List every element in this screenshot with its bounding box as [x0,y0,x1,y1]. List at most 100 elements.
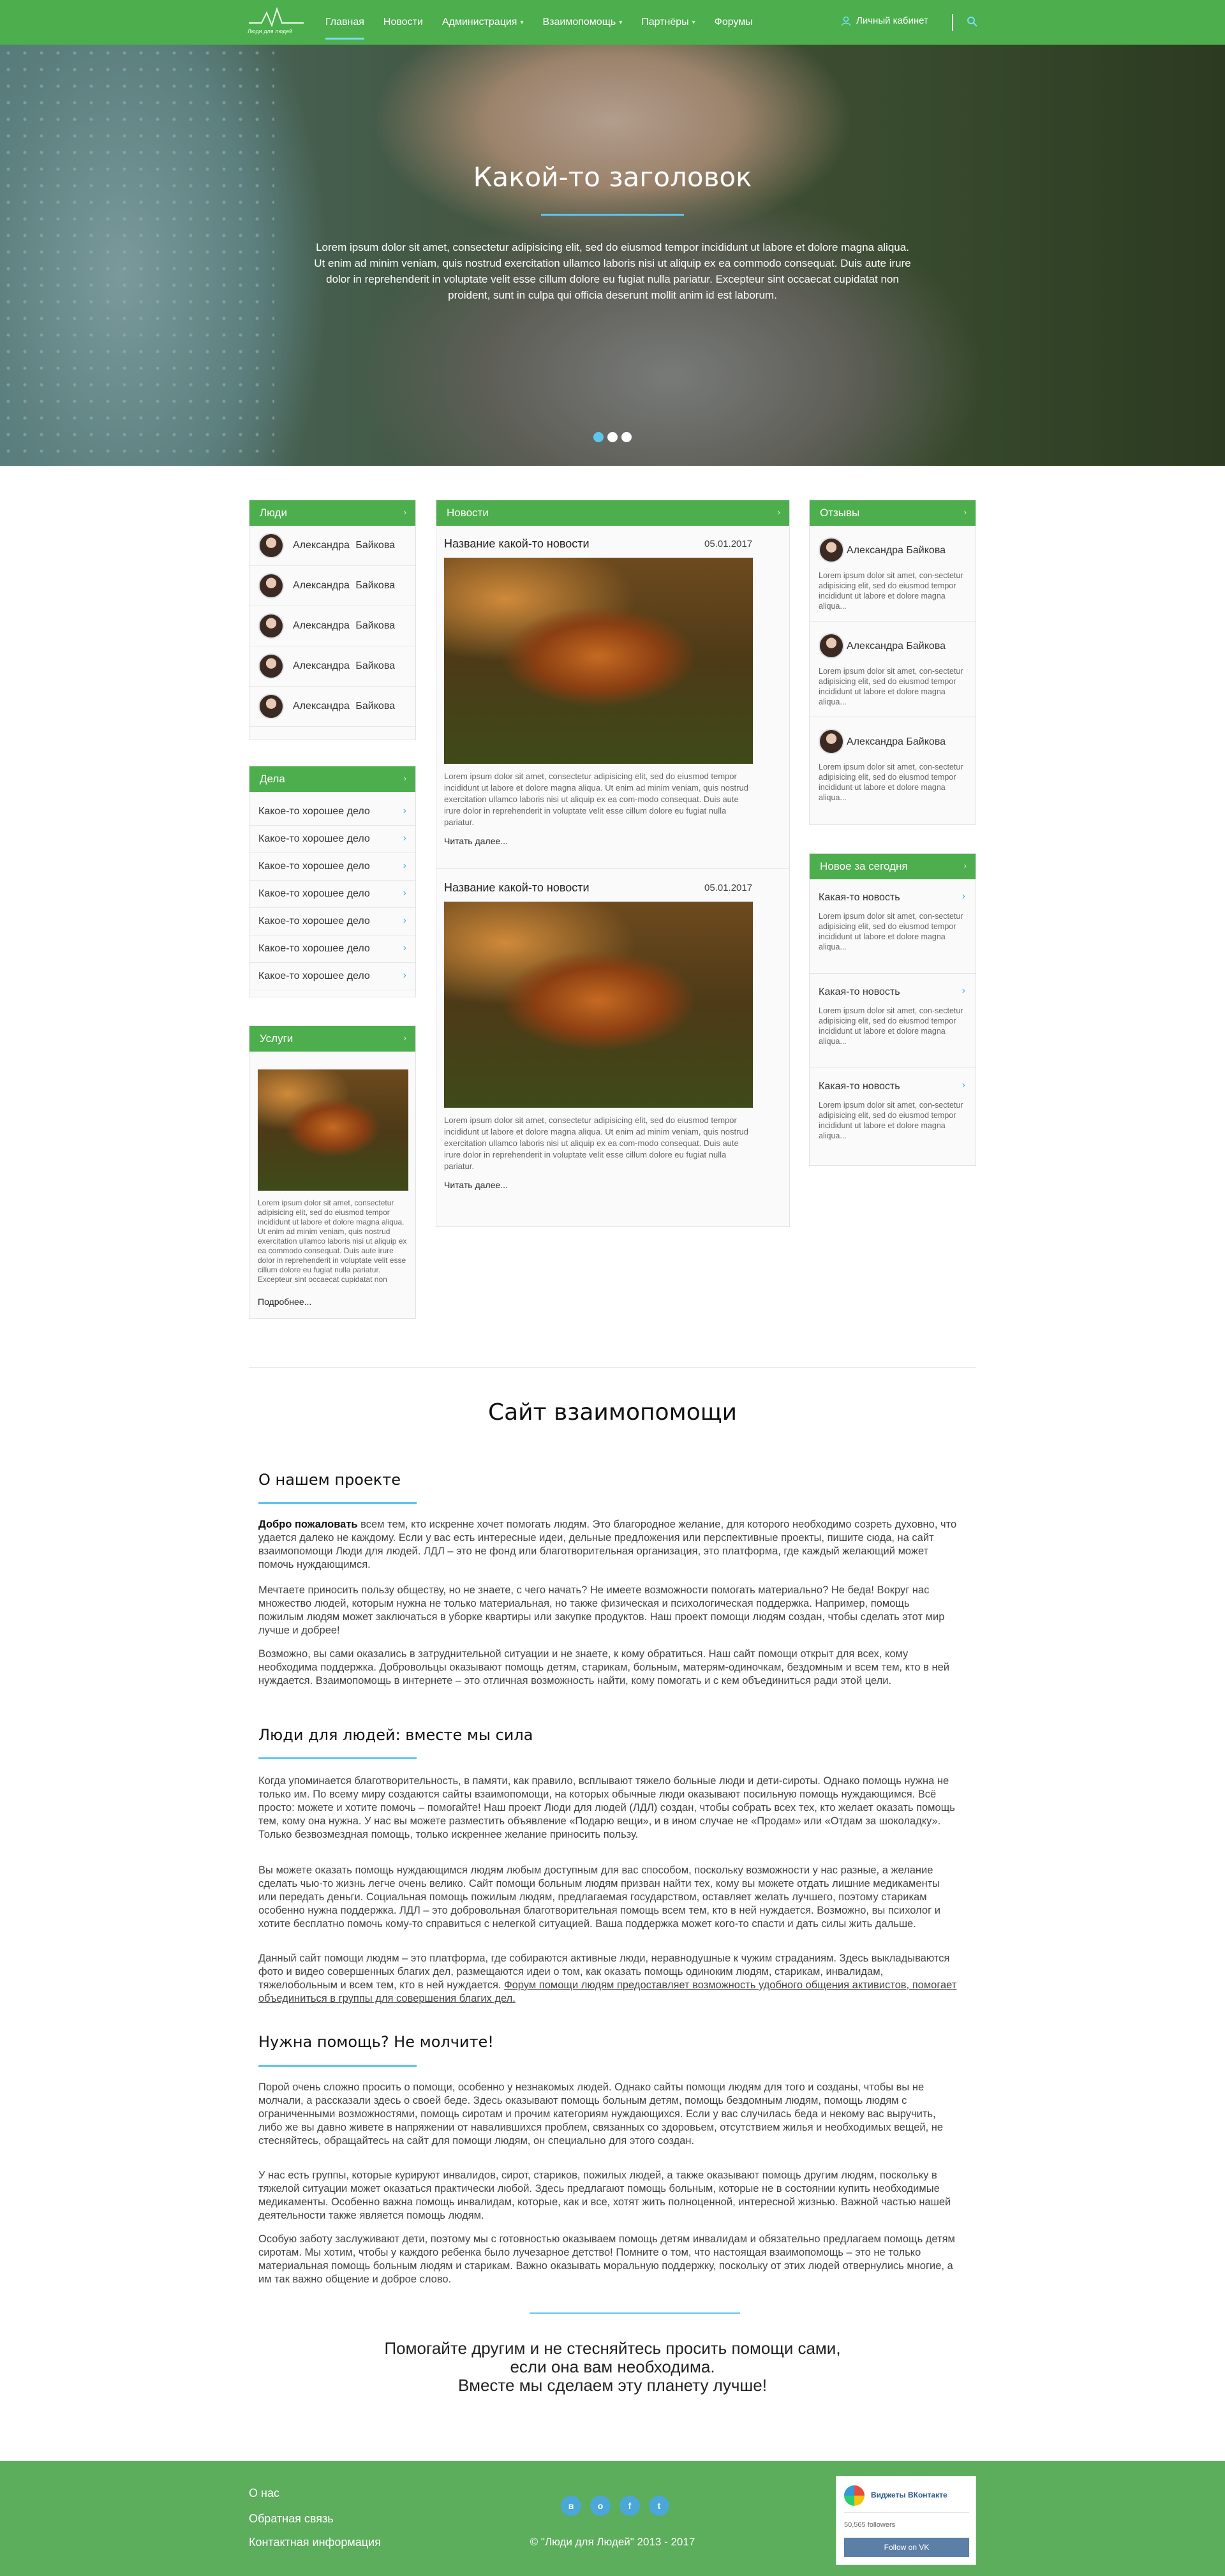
service-image[interactable] [258,1069,408,1191]
people-header: Люди › [249,500,415,526]
chevron-right-icon[interactable]: › [778,507,780,517]
vk-widget-title[interactable]: Виджеты ВКонтакте [871,2490,947,2499]
service-more-link[interactable]: Подробнее... [258,1297,311,1307]
chevron-right-icon: › [961,891,965,902]
review-item[interactable]: Александра Байкова Lorem ipsum dolor sit … [810,717,976,813]
vk-widget-divider [844,2512,969,2513]
news-item-title[interactable]: Название какой-то новости [444,881,590,895]
section-heading: О нашем проекте [258,1471,401,1489]
footer-link-feedback[interactable]: Обратная связь [249,2512,334,2526]
chevron-right-icon[interactable]: › [404,773,406,783]
news-header: Новости › [436,500,789,526]
person-item[interactable]: Александра Байкова [249,646,415,687]
article-paragraph: Когда упоминается благотворительность, в… [258,1775,955,1840]
person-name: Александра Байкова [293,660,396,671]
closing-line: Вместе мы сделаем эту планету лучше! [458,2376,767,2395]
chevron-right-icon[interactable]: › [404,1033,406,1043]
chevron-down-icon: ▾ [692,19,695,26]
chevron-right-icon: › [403,888,406,898]
today-title: Новое за сегодня [820,860,908,872]
news-item-image[interactable] [444,558,753,764]
services-header: Услуги › [249,1026,415,1052]
news-item-title[interactable]: Название какой-то новости [444,537,590,551]
today-item[interactable]: Какая-то новость › Lorem ipsum dolor sit a… [810,1068,976,1163]
deal-label: Какое-то хорошее дело [258,888,370,899]
footer: О нас Обратная связь Контактная информац… [0,2461,1225,2576]
deal-item[interactable]: Какое-то хорошее дело › [249,853,415,881]
article-paragraph: Добро пожаловать всем тем, кто искренне … [258,1518,957,1572]
today-item-title: Какая-то новость [819,1081,900,1092]
news-item-image[interactable] [444,902,753,1108]
news-read-more-link[interactable]: Читать далее... [444,836,508,846]
review-text: Lorem ipsum dolor sit amet, con-sectetur… [819,763,963,802]
person-item[interactable]: Александра Байкова [249,687,415,727]
facebook-icon[interactable]: f [620,2496,640,2516]
menu-item[interactable]: Администрация ▾ [442,0,524,45]
today-item[interactable]: Какая-то новость › Lorem ipsum dolor sit a… [810,879,976,974]
news-item-text: Lorem ipsum dolor sit amet, consectetur … [444,771,748,827]
chevron-right-icon: › [403,860,406,871]
deal-label: Какое-то хорошее дело [258,916,370,927]
user-icon [841,16,851,26]
today-item[interactable]: Какая-то новость › Lorem ipsum dolor sit a… [810,974,976,1068]
person-item[interactable]: Александра Байкова [249,526,415,566]
menu-item-label: Новости [383,17,423,27]
today-item-title: Какая-то новость [819,986,900,997]
menu-item[interactable]: Форумы [715,0,753,45]
deals-list: Какое-то хорошее дело › Какое-то хорошее д… [249,792,415,990]
slider-dot[interactable] [621,432,632,442]
deals-title: Дела [260,773,285,785]
main-menu: Главная Новости Администрация ▾ Взаимопомощь… [325,0,772,45]
chevron-right-icon[interactable]: › [964,861,967,870]
chevron-right-icon: › [403,805,406,816]
search-icon[interactable] [967,16,978,27]
news-title: Новости [447,507,489,519]
chevron-right-icon: › [403,915,406,926]
chevron-right-icon: › [403,833,406,844]
personal-cabinet-link[interactable]: Личный кабинет [841,15,928,26]
nav-divider [952,14,953,31]
person-item[interactable]: Александра Байкова [249,606,415,646]
today-item-text: Lorem ipsum dolor sit amet, con-sectetur… [819,912,963,951]
review-text: Lorem ipsum dolor sit amet, con-sectetur… [819,571,963,611]
news-read-more-link[interactable]: Читать далее... [444,1180,508,1190]
hero-underline [541,214,684,216]
odnoklassniki-icon[interactable]: о [590,2496,611,2516]
slider-dot[interactable] [607,432,618,442]
avatar [258,533,284,558]
review-item[interactable]: Александра Байкова Lorem ipsum dolor sit … [810,526,976,622]
people-widget: Люди › Александра Байкова Александра Байк… [249,500,416,740]
menu-item[interactable]: Новости [383,0,423,45]
chevron-down-icon: ▾ [520,19,524,26]
deal-item[interactable]: Какое-то хорошее дело › [249,935,415,963]
slider-dot[interactable] [593,432,604,442]
person-item[interactable]: Александра Байкова [249,566,415,606]
deal-label: Какое-то хорошее дело [258,943,370,954]
menu-item[interactable]: Партнёры ▾ [641,0,695,45]
vk-widget: Виджеты ВКонтакте 50,565 followers Follo… [836,2476,976,2565]
footer-link-about[interactable]: О нас [249,2487,279,2500]
menu-item[interactable]: Главная [325,0,364,45]
review-item[interactable]: Александра Байкова Lorem ipsum dolor sit … [810,622,976,717]
deal-item[interactable]: Какое-то хорошее дело › [249,798,415,826]
deal-item[interactable]: Какое-то хорошее дело › [249,908,415,935]
chevron-right-icon[interactable]: › [404,507,406,517]
menu-item[interactable]: Взаимопомощь ▾ [542,0,622,45]
review-author: Александра Байкова [847,641,946,651]
article-paragraph: Мечтаете приносить пользу обществу, но н… [258,1584,945,1636]
deal-item[interactable]: Какое-то хорошее дело › [249,881,415,908]
deal-item[interactable]: Какое-то хорошее дело › [249,826,415,853]
chevron-right-icon: › [403,970,406,981]
today-header: Новое за сегодня › [810,854,976,879]
deals-header: Дела › [249,766,415,792]
chevron-right-icon[interactable]: › [964,507,967,517]
vk-follow-button[interactable]: Follow on VK [844,2538,969,2557]
twitter-icon[interactable]: t [649,2496,669,2516]
deal-label: Какое-то хорошее дело [258,806,370,817]
deal-item[interactable]: Какое-то хорошее дело › [249,963,415,990]
vk-icon[interactable]: в [561,2496,581,2516]
deal-label: Какое-то хорошее дело [258,833,370,844]
site-logo[interactable]: Люди для людей [248,6,305,38]
menu-item-label: Главная [325,17,364,27]
copyright: © "Люди для Людей" 2013 - 2017 [530,2536,695,2548]
